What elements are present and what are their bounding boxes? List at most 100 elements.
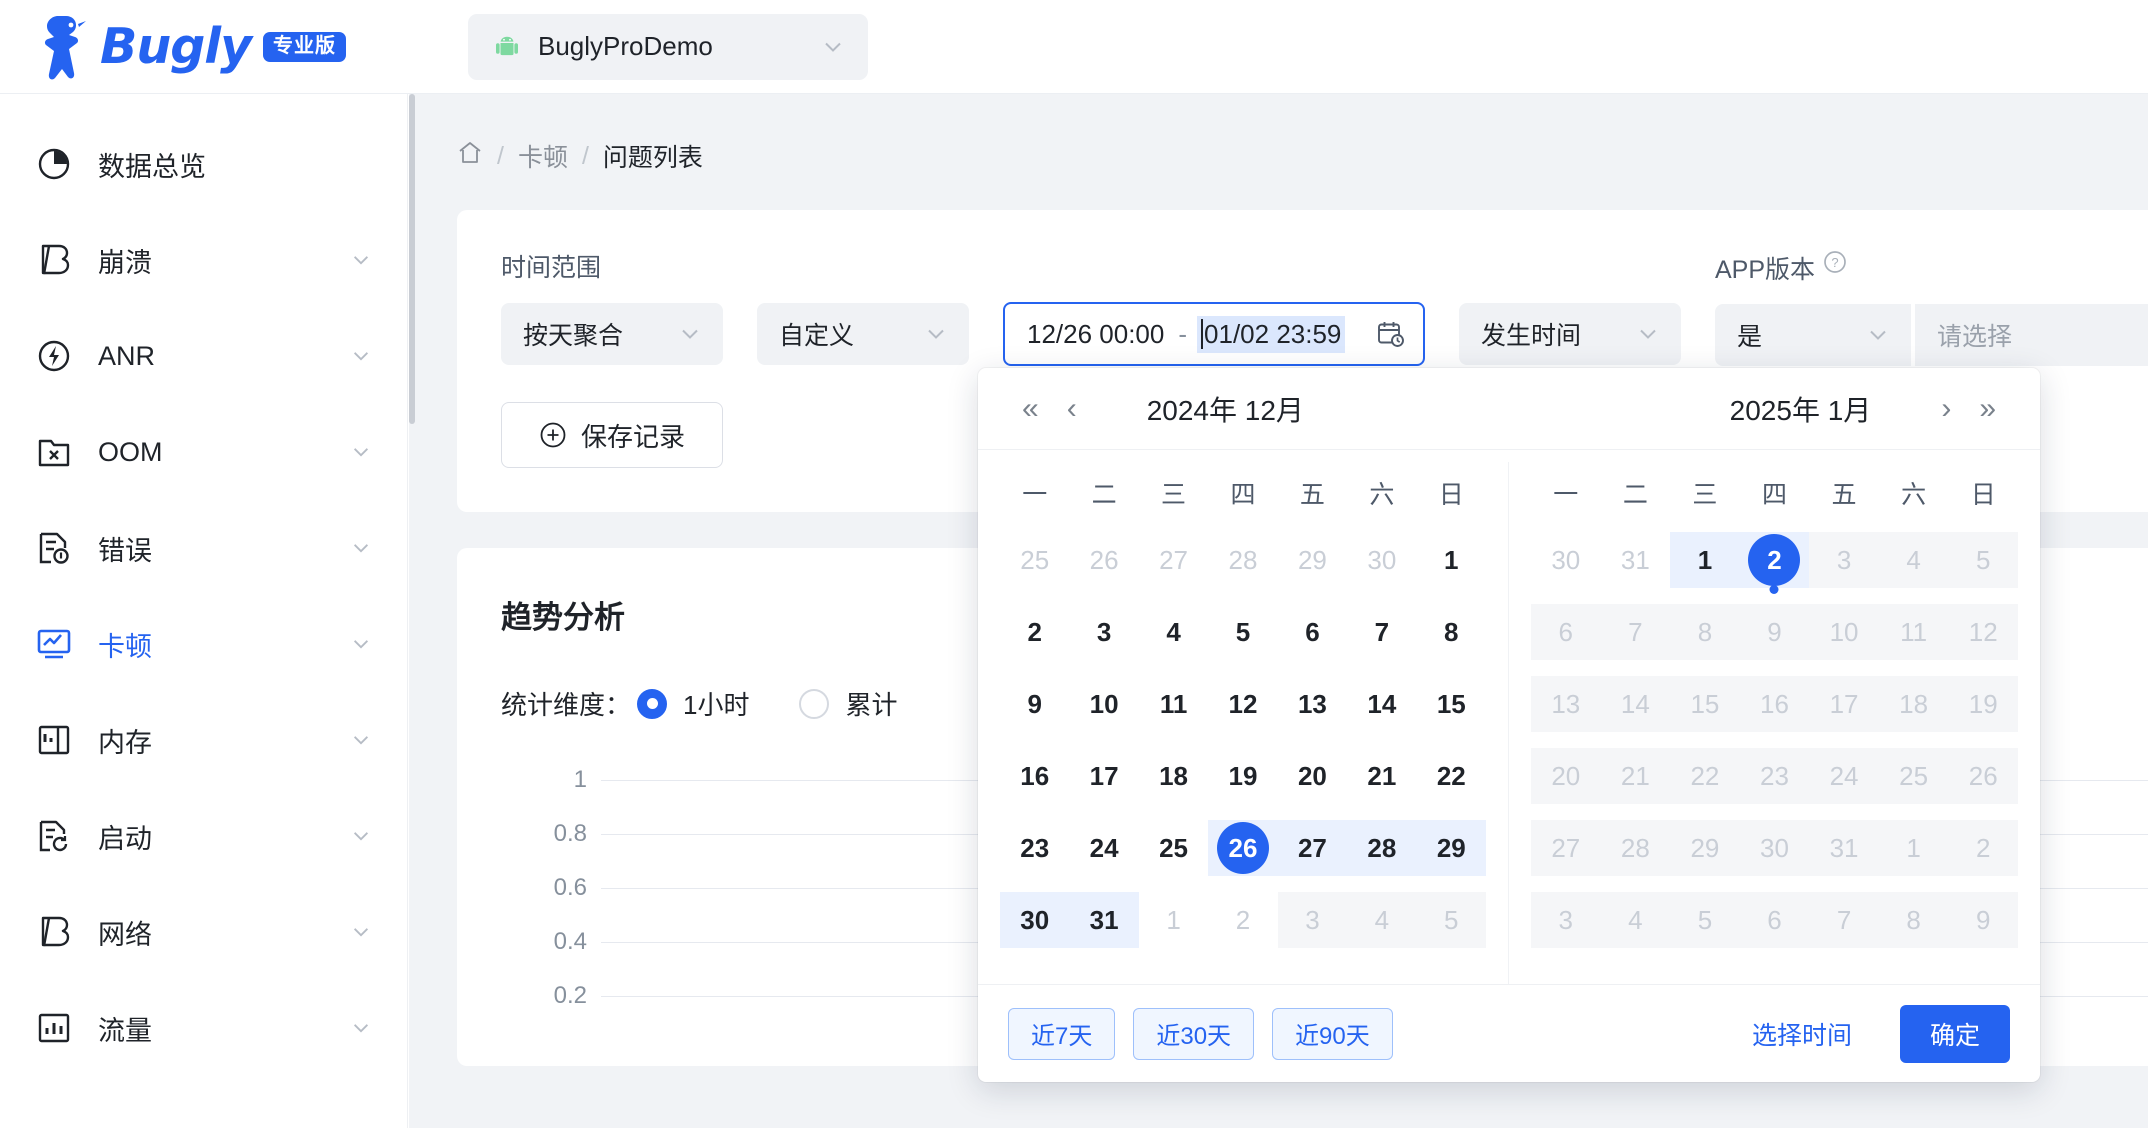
calendar-day-dec-5[interactable]: 5 <box>1208 596 1277 668</box>
calendar-day-dec-29[interactable]: 29 <box>1416 812 1487 884</box>
calendar-day-jan-22[interactable]: 22 <box>1670 740 1740 812</box>
calendar-day-dec-2[interactable]: 2 <box>1000 596 1069 668</box>
calendar-day-dec-2[interactable]: 2 <box>1208 884 1277 956</box>
chevron-down-icon[interactable] <box>351 250 371 270</box>
calendar-day-jan-31[interactable]: 31 <box>1601 524 1671 596</box>
chevron-down-icon[interactable] <box>351 730 371 750</box>
calendar-day-jan-1[interactable]: 1 <box>1670 524 1740 596</box>
calendar-day-jan-3[interactable]: 3 <box>1809 524 1879 596</box>
sidebar-item-8[interactable]: 网络 <box>0 884 407 980</box>
calendar-day-dec-20[interactable]: 20 <box>1278 740 1347 812</box>
calendar-day-jan-8[interactable]: 8 <box>1878 884 1949 956</box>
chevron-down-icon[interactable] <box>351 634 371 654</box>
date-range-end[interactable]: 01/02 23:59 <box>1197 315 1346 353</box>
radio-1hour[interactable] <box>637 688 668 719</box>
breadcrumb-item-0[interactable]: 卡顿 <box>518 138 568 174</box>
calendar-day-dec-4[interactable]: 4 <box>1347 884 1417 956</box>
time-type-select[interactable]: 发生时间 <box>1459 303 1681 365</box>
save-record-button[interactable]: 保存记录 <box>501 402 723 468</box>
calendar-day-jan-30[interactable]: 30 <box>1739 812 1810 884</box>
calendar-day-dec-1[interactable]: 1 <box>1139 884 1208 956</box>
calendar-day-jan-4[interactable]: 4 <box>1878 524 1949 596</box>
calendar-day-dec-30[interactable]: 30 <box>1000 884 1070 956</box>
calendar-day-dec-3[interactable]: 3 <box>1069 596 1138 668</box>
calendar-day-dec-14[interactable]: 14 <box>1347 668 1416 740</box>
calendar-day-dec-22[interactable]: 22 <box>1417 740 1486 812</box>
calendar-day-dec-30[interactable]: 30 <box>1347 524 1416 596</box>
calendar-day-jan-20[interactable]: 20 <box>1531 740 1601 812</box>
version-match-select[interactable]: 是 <box>1715 304 1911 366</box>
calendar-day-jan-11[interactable]: 11 <box>1878 596 1949 668</box>
sidebar-item-9[interactable]: 流量 <box>0 980 407 1076</box>
calendar-day-jan-21[interactable]: 21 <box>1600 740 1671 812</box>
calendar-day-jan-23[interactable]: 23 <box>1739 740 1810 812</box>
calendar-day-jan-24[interactable]: 24 <box>1809 740 1879 812</box>
scrollbar-thumb[interactable] <box>409 94 415 424</box>
calendar-day-dec-4[interactable]: 4 <box>1139 596 1208 668</box>
sidebar-item-4[interactable]: 错误 <box>0 500 407 596</box>
calendar-day-dec-27[interactable]: 27 <box>1277 812 1348 884</box>
calendar-day-dec-7[interactable]: 7 <box>1347 596 1416 668</box>
next-month-button[interactable]: › <box>1927 392 1965 426</box>
quick-range-0[interactable]: 近7天 <box>1008 1007 1116 1060</box>
calendar-day-jan-4[interactable]: 4 <box>1600 884 1671 956</box>
calendar-day-dec-26[interactable]: 26 <box>1208 812 1279 884</box>
calendar-day-jan-5[interactable]: 5 <box>1670 884 1740 956</box>
sidebar-item-5[interactable]: 卡顿 <box>0 596 407 692</box>
calendar-day-dec-6[interactable]: 6 <box>1278 596 1347 668</box>
calendar-day-jan-13[interactable]: 13 <box>1531 668 1601 740</box>
calendar-day-dec-1[interactable]: 1 <box>1417 524 1486 596</box>
calendar-day-dec-10[interactable]: 10 <box>1069 668 1138 740</box>
calendar-day-jan-9[interactable]: 9 <box>1739 596 1810 668</box>
calendar-day-jan-28[interactable]: 28 <box>1600 812 1671 884</box>
calendar-day-dec-19[interactable]: 19 <box>1208 740 1277 812</box>
calendar-day-dec-28[interactable]: 28 <box>1347 812 1417 884</box>
calendar-day-dec-8[interactable]: 8 <box>1417 596 1486 668</box>
calendar-day-jan-10[interactable]: 10 <box>1809 596 1879 668</box>
calendar-day-jan-5[interactable]: 5 <box>1948 524 2018 596</box>
calendar-day-dec-17[interactable]: 17 <box>1069 740 1138 812</box>
calendar-day-dec-12[interactable]: 12 <box>1208 668 1277 740</box>
calendar-day-jan-25[interactable]: 25 <box>1878 740 1949 812</box>
calendar-day-dec-15[interactable]: 15 <box>1417 668 1486 740</box>
calendar-day-jan-19[interactable]: 19 <box>1948 668 2018 740</box>
calendar-day-jan-14[interactable]: 14 <box>1600 668 1671 740</box>
calendar-day-dec-18[interactable]: 18 <box>1139 740 1208 812</box>
select-time-link[interactable]: 选择时间 <box>1752 1016 1852 1052</box>
sidebar-item-1[interactable]: 崩溃 <box>0 212 407 308</box>
brand-logo[interactable]: Bugly 专业版 <box>0 14 408 80</box>
calendar-day-dec-26[interactable]: 26 <box>1069 524 1138 596</box>
calendar-day-dec-16[interactable]: 16 <box>1000 740 1069 812</box>
project-selector[interactable]: BuglyProDemo <box>468 13 868 80</box>
chevron-down-icon[interactable] <box>351 826 371 846</box>
calendar-day-dec-25[interactable]: 25 <box>1000 524 1069 596</box>
version-select[interactable]: 请选择 <box>1915 304 2148 366</box>
prev-year-button[interactable]: « <box>1008 392 1053 426</box>
confirm-button[interactable]: 确定 <box>1899 1004 2010 1063</box>
date-range-start[interactable]: 12/26 00:00 <box>1023 316 1168 353</box>
prev-month-button[interactable]: ‹ <box>1053 392 1091 426</box>
calendar-day-dec-25[interactable]: 25 <box>1139 812 1208 884</box>
calendar-day-dec-28[interactable]: 28 <box>1208 524 1277 596</box>
calendar-day-dec-21[interactable]: 21 <box>1347 740 1416 812</box>
radio-cumulative[interactable] <box>799 688 830 719</box>
sidebar-item-0[interactable]: 数据总览 <box>0 116 407 212</box>
sidebar-item-6[interactable]: 内存 <box>0 692 407 788</box>
chevron-down-icon[interactable] <box>351 922 371 942</box>
preset-select[interactable]: 自定义 <box>757 303 969 365</box>
calendar-day-jan-29[interactable]: 29 <box>1670 812 1740 884</box>
date-range-input[interactable]: 12/26 00:00 - 01/02 23:59 <box>1003 302 1425 366</box>
calendar-day-jan-31[interactable]: 31 <box>1809 812 1879 884</box>
quick-range-1[interactable]: 近30天 <box>1133 1007 1255 1060</box>
calendar-day-jan-17[interactable]: 17 <box>1809 668 1879 740</box>
calendar-day-jan-8[interactable]: 8 <box>1670 596 1740 668</box>
question-icon[interactable]: ? <box>1823 250 1847 274</box>
chevron-down-icon[interactable] <box>351 1018 371 1038</box>
chevron-down-icon[interactable] <box>351 442 371 462</box>
calendar-day-jan-9[interactable]: 9 <box>1948 884 2018 956</box>
chevron-down-icon[interactable] <box>351 346 371 366</box>
calendar-day-dec-24[interactable]: 24 <box>1069 812 1138 884</box>
aggregation-select[interactable]: 按天聚合 <box>501 303 723 365</box>
sidebar-item-7[interactable]: 启动 <box>0 788 407 884</box>
calendar-day-dec-5[interactable]: 5 <box>1416 884 1487 956</box>
